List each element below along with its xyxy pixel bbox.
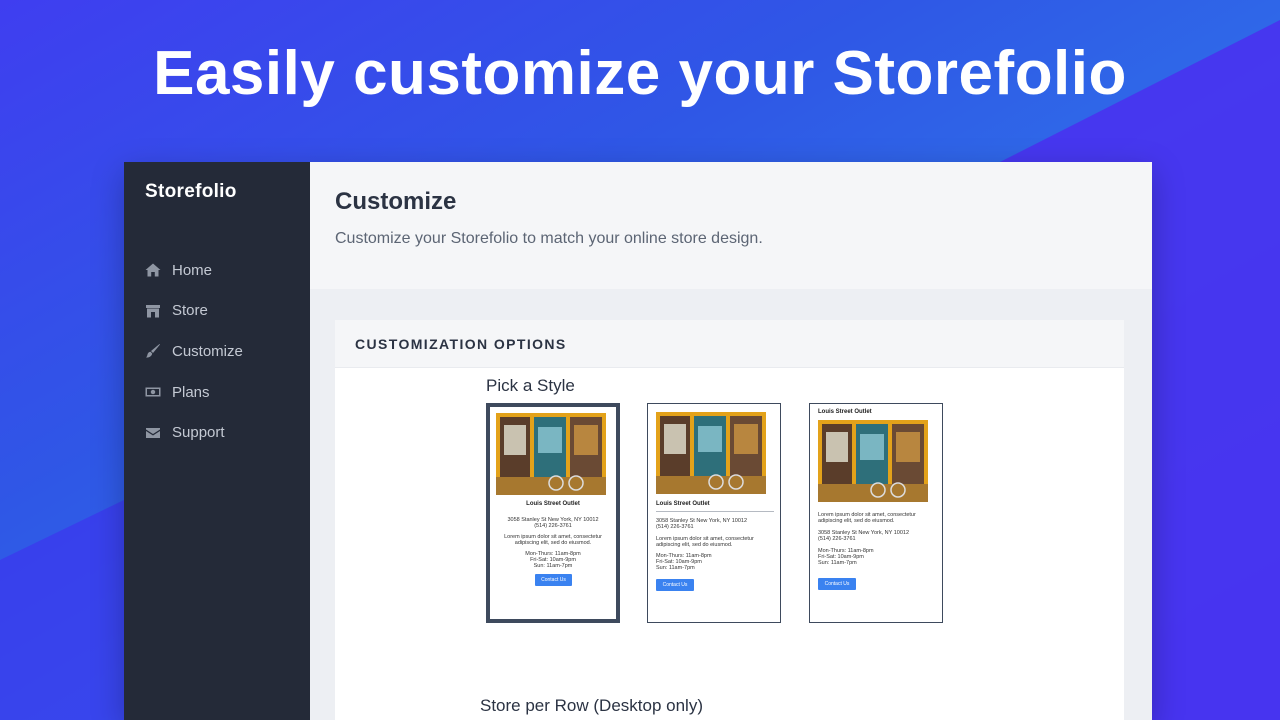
style-option-1[interactable]: Louis Street Outlet 3058 Stanley St New …: [486, 403, 620, 623]
sidebar-item-label: Customize: [172, 342, 243, 360]
pick-style-heading: Pick a Style: [486, 376, 575, 395]
preview-phone: (514) 226-3761: [656, 524, 694, 530]
preview-hours-3: Sun: 11am-7pm: [656, 565, 695, 571]
store-icon: [145, 303, 161, 319]
store-photo: [496, 413, 606, 495]
preview-desc-2: adipiscing elit, sed do eiusmod.: [514, 540, 592, 546]
sidebar: Storefolio Home Store Customize Plans Su…: [124, 162, 310, 720]
sidebar-item-support[interactable]: Support: [124, 412, 310, 453]
page-title: Customize: [335, 188, 457, 215]
preview-hours-3: Sun: 11am-7pm: [533, 563, 573, 569]
card-header: CUSTOMIZATION OPTIONS: [335, 320, 1124, 368]
page-subtitle: Customize your Storefolio to match your …: [335, 230, 763, 247]
money-icon: [145, 384, 161, 400]
sidebar-item-customize[interactable]: Customize: [124, 331, 310, 372]
sidebar-nav: Home Store Customize Plans Support: [124, 250, 310, 453]
preview-phone: (514) 226-3761: [534, 523, 572, 529]
style-option-2[interactable]: Louis Street Outlet 3058 Stanley St New …: [647, 403, 781, 623]
preview-store-name: Louis Street Outlet: [656, 501, 710, 507]
sidebar-item-label: Home: [172, 261, 213, 279]
preview-separator: [656, 511, 774, 512]
preview-desc-2: adipiscing elit, sed do eiusmod.: [818, 518, 895, 524]
customization-card: CUSTOMIZATION OPTIONS Pick a Style Louis…: [335, 320, 1124, 720]
sidebar-item-store[interactable]: Store: [124, 291, 310, 332]
preview-contact-button: Contact Us: [818, 578, 856, 590]
preview-phone: (514) 226-3761: [818, 536, 856, 542]
headline: Easily customize your Storefolio: [153, 39, 1127, 108]
sidebar-item-plans[interactable]: Plans: [124, 372, 310, 413]
sidebar-item-label: Store: [172, 302, 208, 320]
page-header: Customize Customize your Storefolio to m…: [310, 162, 1152, 289]
preview-contact-button: Contact Us: [656, 579, 694, 591]
home-icon: [145, 262, 161, 278]
sidebar-item-label: Plans: [172, 383, 210, 401]
preview-hours-3: Sun: 11am-7pm: [818, 560, 857, 566]
brush-icon: [145, 343, 161, 359]
sidebar-item-label: Support: [172, 424, 225, 442]
brand-logo[interactable]: Storefolio: [145, 181, 237, 203]
preview-desc-2: adipiscing elit, sed do eiusmod.: [656, 542, 733, 548]
store-photo: [656, 412, 766, 494]
preview-store-name: Louis Street Outlet: [818, 409, 872, 415]
sidebar-item-home[interactable]: Home: [124, 250, 310, 291]
main-content: Customize Customize your Storefolio to m…: [310, 162, 1152, 720]
app-window: Storefolio Home Store Customize Plans Su…: [124, 162, 1152, 720]
style-option-3[interactable]: Louis Street Outlet Lorem ipsum dolor si…: [809, 403, 943, 623]
envelope-icon: [145, 425, 161, 441]
preview-store-name: Louis Street Outlet: [526, 501, 580, 507]
store-photo: [818, 420, 928, 502]
preview-contact-button: Contact Us: [535, 574, 572, 586]
store-per-row-heading: Store per Row (Desktop only): [480, 696, 703, 715]
